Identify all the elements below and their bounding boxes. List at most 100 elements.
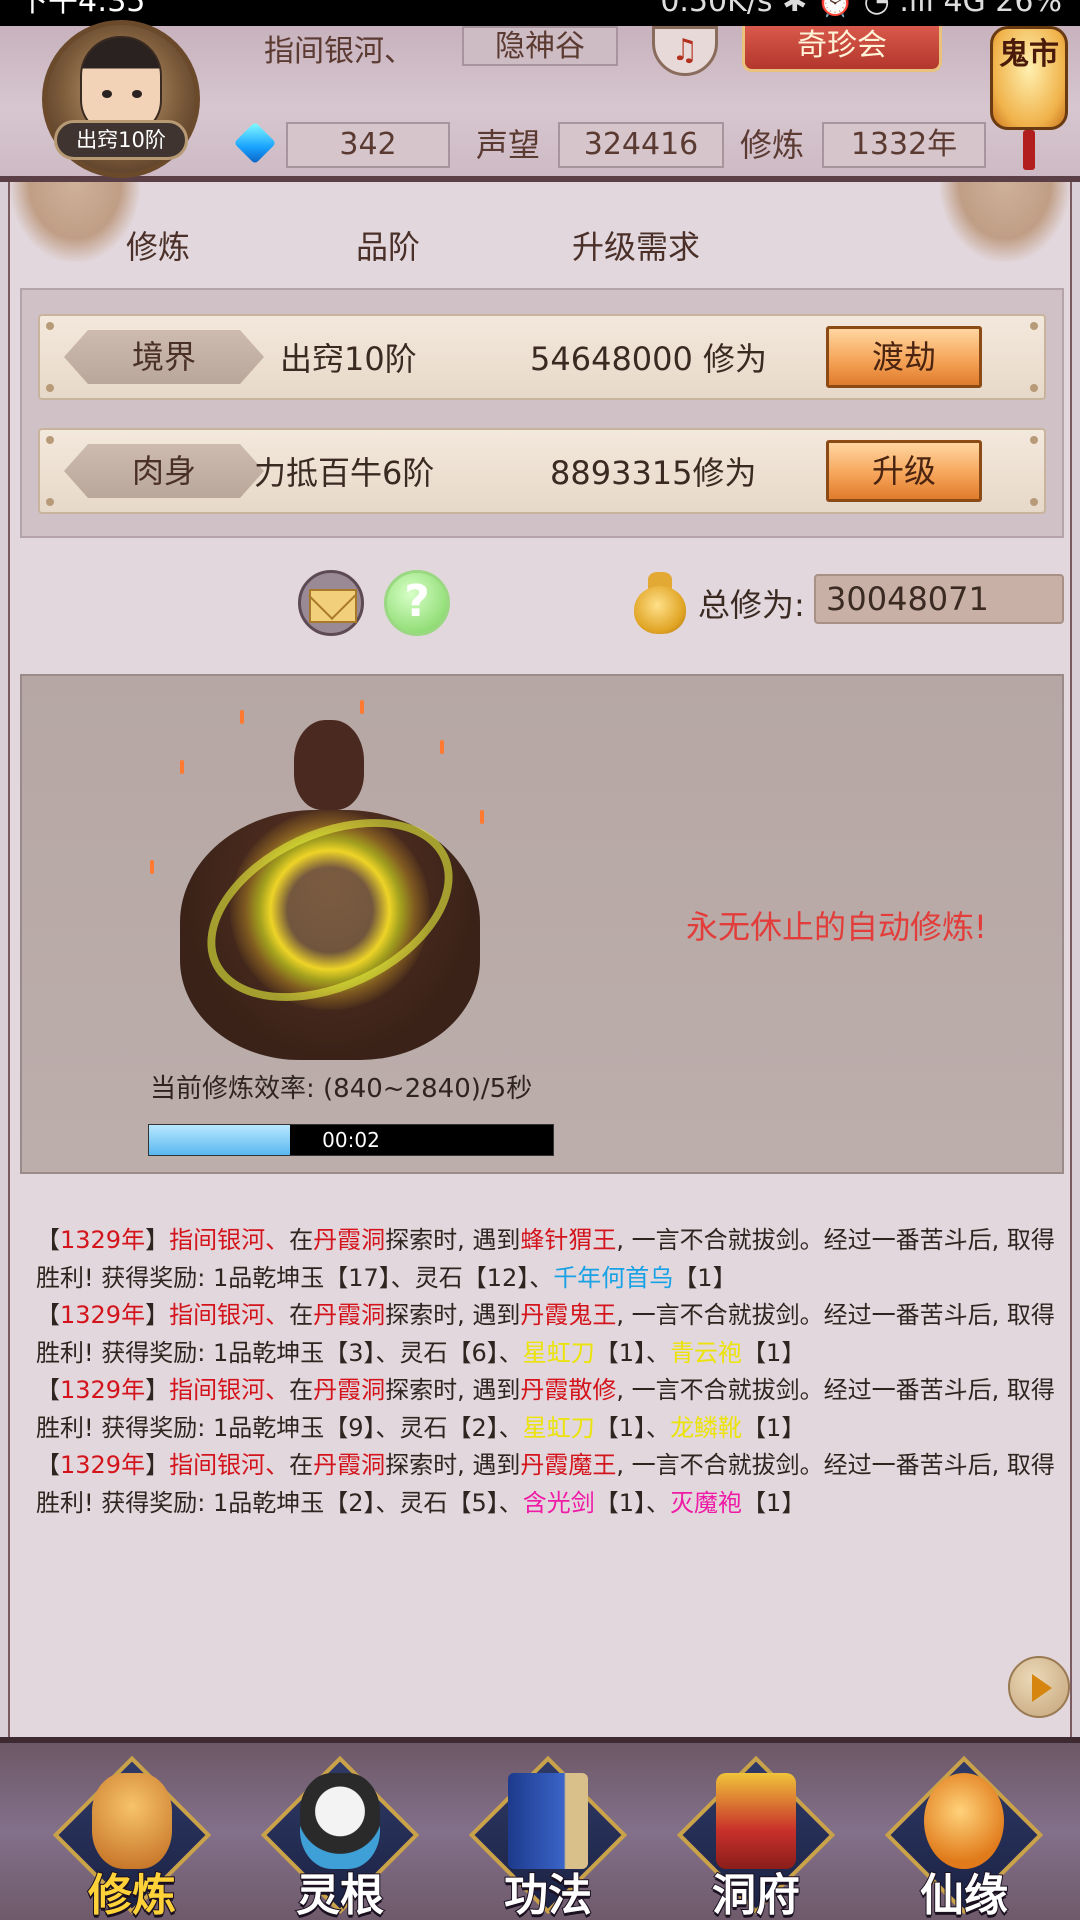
spark <box>180 760 184 774</box>
log-segment: 指间银河、 <box>169 1451 290 1479</box>
cave-pagoda-icon <box>716 1773 796 1869</box>
progress-timer: 00:02 <box>322 1128 380 1152</box>
column-headers: 修炼 品阶 升级需求 <box>10 222 1070 272</box>
log-segment: 指间银河、 <box>169 1226 290 1254</box>
horn-icon[interactable]: ♫ <box>652 26 718 76</box>
status-bar: 下午4:35 0.50K/s ✱ ⏰ ◔ .ıll 4G 26% <box>0 0 1080 26</box>
avatar[interactable]: 出窍10阶 <box>38 20 204 178</box>
log-segment: 【1】 <box>742 1338 806 1367</box>
body-upgrade-button[interactable]: 升级 <box>826 440 982 502</box>
cultivation-panel: 修炼 品阶 升级需求 境界 出窍10阶 54648000 修为 渡劫 肉身 力抵… <box>8 182 1072 1737</box>
gem-count: 342 <box>286 122 450 168</box>
spark <box>150 860 154 874</box>
log-segment: 】 <box>145 1226 170 1254</box>
spark <box>440 740 444 754</box>
top-header: 出窍10阶 指间银河、 隐神谷 ♫ 奇珍会 鬼市 342 声望 324416 修… <box>0 20 1080 182</box>
stud-decoration <box>46 384 54 392</box>
log-segment: 星虹刀 <box>522 1413 595 1442</box>
stud-decoration <box>46 498 54 506</box>
meditating-figure-icon <box>140 700 520 1070</box>
nav-technique[interactable]: 功法 <box>468 1755 628 1920</box>
lantern-tassel <box>1023 130 1035 170</box>
log-segment: 1329年 <box>60 1451 146 1479</box>
next-page-arrow-icon[interactable] <box>1008 1656 1070 1718</box>
auto-cultivation-slogan: 永无休止的自动修炼! <box>686 908 987 946</box>
total-cultivation-value: 30048071 <box>814 574 1064 624</box>
cultivation-efficiency: 当前修炼效率: (840~2840)/5秒 <box>150 1074 533 1104</box>
log-segment: 【 <box>36 1376 60 1404</box>
log-segment: 丹霞散修 <box>520 1376 617 1404</box>
nav-cultivate[interactable]: 修炼 <box>52 1755 212 1920</box>
log-segment: 指间银河、 <box>169 1301 290 1329</box>
spirit-gem-icon <box>233 121 277 165</box>
log-segment: 探索时, 遇到 <box>385 1451 521 1479</box>
log-segment: 探索时, 遇到 <box>385 1301 521 1329</box>
log-segment: 丹霞魔王 <box>520 1451 617 1479</box>
ghost-market-lantern-button[interactable]: 鬼市 <box>990 26 1068 170</box>
avatar-rank-badge: 出窍10阶 <box>54 120 188 160</box>
log-segment: 1329年 <box>60 1301 146 1329</box>
tribulation-button[interactable]: 渡劫 <box>826 326 982 388</box>
log-segment: 在 <box>289 1226 314 1254</box>
technique-book-icon <box>508 1773 588 1869</box>
nav-label: 功法 <box>503 1869 593 1920</box>
log-segment: 】 <box>145 1451 170 1479</box>
status-time: 下午4:35 <box>18 0 146 19</box>
log-segment: 在 <box>289 1376 314 1404</box>
stud-decoration <box>46 322 54 330</box>
nav-spirit-root[interactable]: 灵根 <box>260 1755 420 1920</box>
log-segment: 灭魔袍 <box>670 1488 743 1517</box>
log-segment: 】 <box>145 1301 170 1329</box>
rank-row-realm: 境界 出窍10阶 54648000 修为 渡劫 <box>38 314 1046 400</box>
log-segment: 指间银河、 <box>169 1376 290 1404</box>
nav-label: 灵根 <box>295 1869 385 1920</box>
log-segment: 【1】 <box>742 1413 806 1442</box>
nav-immortal-fate[interactable]: 仙缘 <box>884 1755 1044 1920</box>
help-icon[interactable]: ? <box>384 570 450 636</box>
stud-decoration <box>1030 384 1038 392</box>
stud-decoration <box>1030 498 1038 506</box>
battle-log: 【1329年】指间银河、在丹霞洞探索时, 遇到蜂针猬王, 一言不合就拔剑。经过一… <box>36 1222 1056 1522</box>
log-segment: 【 <box>36 1226 60 1254</box>
log-segment: 【 <box>36 1451 60 1479</box>
nav-cave[interactable]: 洞府 <box>676 1755 836 1920</box>
log-segment: 龙鳞靴 <box>670 1413 743 1442</box>
gourd-icon <box>924 1773 1004 1869</box>
cultivate-years-label: 修炼 <box>740 126 805 164</box>
tab-upgrade-requirement: 升级需求 <box>572 228 701 266</box>
rank-tag-body: 肉身 <box>64 444 264 498</box>
log-segment: 千年何首乌 <box>553 1263 674 1292</box>
sect-name: 隐神谷 <box>462 26 618 66</box>
log-segment: 青云袍 <box>670 1338 743 1367</box>
spark <box>480 810 484 824</box>
log-segment: 探索时, 遇到 <box>385 1376 521 1404</box>
log-segment: 在 <box>289 1451 314 1479</box>
prestige-label: 声望 <box>476 126 541 164</box>
tab-cultivate: 修炼 <box>126 228 191 266</box>
log-segment: 含光剑 <box>522 1488 595 1517</box>
player-name: 指间银河、 <box>264 34 414 69</box>
log-segment: 丹霞洞 <box>313 1451 386 1479</box>
treasure-shop-button[interactable]: 奇珍会 <box>742 26 942 72</box>
total-cultivation-label: 总修为: <box>698 586 805 624</box>
realm-level: 出窍10阶 <box>280 340 417 378</box>
log-entry: 【1329年】指间银河、在丹霞洞探索时, 遇到丹霞魔王, 一言不合就拔剑。经过一… <box>36 1447 1056 1522</box>
body-requirement: 8893315修为 <box>550 454 757 492</box>
nav-label: 洞府 <box>711 1869 801 1920</box>
rank-row-body: 肉身 力抵百牛6阶 8893315修为 升级 <box>38 428 1046 514</box>
log-segment: 丹霞洞 <box>313 1301 386 1329</box>
stud-decoration <box>1030 322 1038 330</box>
auto-cultivation-area: 永无休止的自动修炼! 当前修炼效率: (840~2840)/5秒 00:02 <box>20 674 1064 1174</box>
log-segment: 【1】 <box>742 1488 806 1517</box>
log-segment: 【1】、 <box>594 1488 671 1517</box>
log-segment: 蜂针猬王 <box>520 1226 617 1254</box>
log-segment: 1329年 <box>60 1226 146 1254</box>
log-segment: 【1】、 <box>594 1338 671 1367</box>
log-segment: 丹霞洞 <box>313 1226 386 1254</box>
mail-icon[interactable] <box>298 570 364 636</box>
nav-label: 仙缘 <box>919 1869 1009 1920</box>
log-segment: 【 <box>36 1301 60 1329</box>
log-entry: 【1329年】指间银河、在丹霞洞探索时, 遇到丹霞鬼王, 一言不合就拔剑。经过一… <box>36 1297 1056 1372</box>
log-segment: 【1】、 <box>594 1413 671 1442</box>
spark <box>360 700 364 714</box>
